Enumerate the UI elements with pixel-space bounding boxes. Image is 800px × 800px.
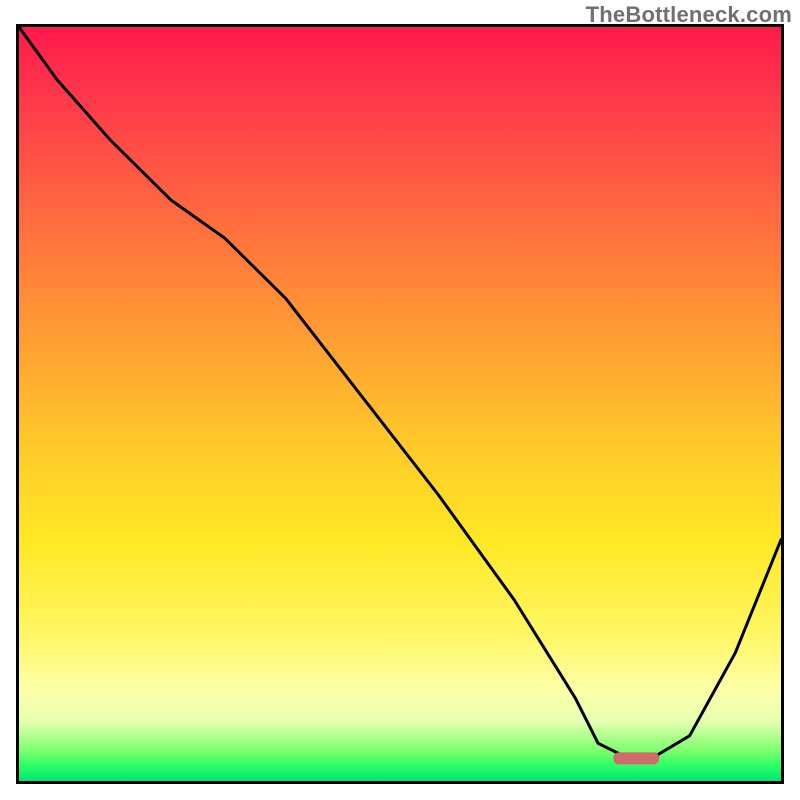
optimal-range-marker [613,752,659,764]
chart-container: TheBottleneck.com [0,0,800,800]
plot-area [16,24,784,784]
bottleneck-curve-line [19,27,781,758]
chart-overlay [19,27,781,781]
